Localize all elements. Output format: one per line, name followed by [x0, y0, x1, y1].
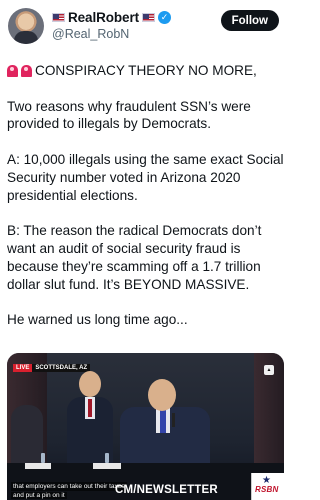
- video-lower-third: that employers can take out their taxes …: [7, 473, 284, 500]
- follow-button[interactable]: Follow: [220, 10, 279, 31]
- verified-badge-icon: ✓: [158, 11, 172, 24]
- avatar[interactable]: [8, 8, 44, 44]
- water-bottle: [105, 453, 109, 463]
- microphone-icon: [172, 413, 175, 427]
- us-flag-icon: [52, 13, 65, 22]
- location-label: SCOTTSDALE, AZ: [32, 363, 91, 372]
- post-headline: CONSPIRACY THEORY NO MORE,: [7, 62, 285, 80]
- video-ticker: CM/NEWSLETTER: [115, 484, 218, 496]
- network-logo: ★ RSBN: [251, 473, 284, 500]
- name-placard: [25, 463, 51, 469]
- panelist-figure: [11, 405, 43, 465]
- display-name[interactable]: RealRobert: [68, 10, 139, 25]
- post-headline-text: CONSPIRACY THEORY NO MORE,: [35, 63, 257, 78]
- post-paragraph: He warned us long time ago...: [7, 312, 188, 328]
- water-bottle: [41, 453, 45, 463]
- display-name-row[interactable]: RealRobert ✓: [52, 9, 172, 26]
- post-header: RealRobert ✓ @Real_RobN Follow: [8, 6, 283, 50]
- video-caption: and put a pin on it: [11, 492, 67, 499]
- speaker-tie: [160, 409, 166, 433]
- network-logo-text: RSBN: [255, 485, 279, 494]
- siren-icon: [21, 64, 32, 77]
- post-paragraph: Two reasons why fraudulent SSN’s were pr…: [7, 98, 251, 132]
- panelist-head: [79, 371, 101, 397]
- siren-icon: [7, 64, 18, 77]
- channel-logo-icon: ▲: [264, 365, 274, 375]
- live-badge: LIVE SCOTTSDALE, AZ: [13, 363, 91, 372]
- author-handle[interactable]: @Real_RobN: [52, 27, 171, 41]
- video-caption: that employers can take out their taxes: [11, 482, 127, 491]
- post-paragraph: A: 10,000 illegals using the same exact …: [7, 151, 284, 203]
- author-block: RealRobert ✓ @Real_RobN: [52, 9, 172, 41]
- post-paragraph: B: The reason the radical Democrats don’…: [7, 223, 262, 292]
- live-label: LIVE: [13, 363, 33, 372]
- video-player[interactable]: LIVE SCOTTSDALE, AZ ▲ that employers can…: [7, 353, 284, 500]
- post-text: CONSPIRACY THEORY NO MORE, Two reasons w…: [7, 62, 285, 347]
- us-flag-icon: [142, 13, 156, 22]
- panelist-tie: [88, 399, 92, 417]
- speaker-head: [148, 379, 176, 411]
- name-placard: [93, 463, 121, 469]
